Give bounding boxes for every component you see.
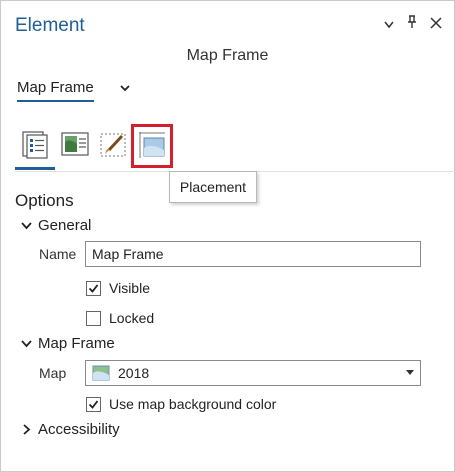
selected-tab-indicator [15,167,55,170]
map-icon [92,365,110,381]
chevron-down-icon [21,222,32,230]
tab-symbol[interactable] [95,125,131,165]
name-field[interactable] [85,241,421,267]
chevron-down-icon[interactable] [118,81,132,95]
element-pane: Element Map Frame Map Frame Placement Op… [0,0,455,472]
locked-checkbox-row[interactable]: Locked [86,310,154,326]
visible-label: Visible [109,280,150,296]
tab-options[interactable] [17,125,53,165]
map-display-icon [61,132,89,156]
general-group-label: General [38,217,92,234]
accessibility-group-label: Accessibility [38,421,120,438]
brush-icon [100,133,126,157]
placement-tooltip: Placement [169,171,257,203]
chevron-down-icon [21,340,32,348]
placement-tab-highlight [131,124,173,168]
general-group-header[interactable]: General [21,217,91,234]
use-map-bg-label: Use map background color [109,396,277,412]
properties-list-icon [22,131,48,159]
caret-down-icon [406,370,414,375]
accessibility-group-header[interactable]: Accessibility [21,421,120,438]
element-subtitle: Map Frame [186,47,269,64]
visible-checkbox-row[interactable]: Visible [86,280,150,296]
element-selector[interactable]: Map Frame [17,79,94,102]
locked-label: Locked [109,310,155,326]
use-map-bg-checkbox[interactable] [86,396,101,412]
map-dropdown[interactable]: 2018 [85,360,421,386]
chevron-right-icon [23,424,31,435]
map-frame-group-header[interactable]: Map Frame [21,335,115,352]
name-label: Name [39,246,77,262]
window-controls [384,15,442,33]
locked-checkbox[interactable] [86,310,101,326]
use-map-bg-checkbox-row[interactable]: Use map background color [86,396,276,412]
map-dropdown-value: 2018 [118,365,150,381]
tab-display[interactable] [57,125,93,165]
pin-icon[interactable] [406,15,418,33]
map-label: Map [39,365,67,381]
chevron-down-icon[interactable] [384,15,394,33]
close-icon[interactable] [430,15,442,33]
map-frame-group-label: Map Frame [38,335,115,352]
options-heading: Options [15,191,74,210]
visible-checkbox[interactable] [86,280,101,296]
pane-title: Element [15,15,85,36]
